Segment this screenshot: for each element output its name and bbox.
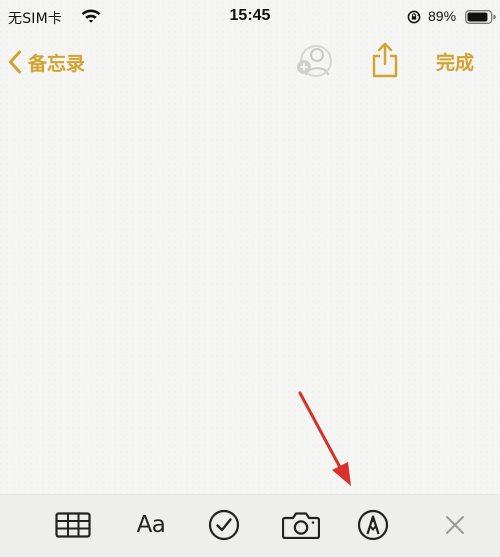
back-label: 备忘录: [28, 52, 86, 75]
add-people-icon: [297, 45, 332, 77]
camera-button[interactable]: [282, 508, 320, 542]
note-text-area[interactable]: [0, 90, 500, 490]
status-bar: 无SIM卡 15:45 89%: [0, 0, 500, 34]
table-button[interactable]: [54, 508, 92, 542]
checklist-icon: [208, 509, 240, 541]
markup-button[interactable]: [356, 508, 390, 542]
format-text-icon: Aa: [136, 512, 166, 538]
back-button[interactable]: 备忘录: [8, 46, 85, 78]
close-keyboard-button[interactable]: [441, 508, 469, 542]
markup-pen-icon: [357, 509, 389, 541]
bottom-toolbar: Aa: [0, 494, 500, 557]
checklist-button[interactable]: [207, 508, 241, 542]
close-icon: [446, 516, 464, 534]
camera-icon: [282, 512, 320, 539]
battery-icon: [465, 10, 496, 24]
back-chevron-icon: [9, 50, 21, 74]
share-icon[interactable]: [371, 42, 399, 78]
battery-percent: 89%: [428, 8, 457, 24]
table-icon: [55, 512, 91, 538]
lock-rotation-icon: [407, 10, 421, 24]
notes-editor-screen: 无SIM卡 15:45 89% 备忘录 完成 Aa: [0, 0, 500, 557]
nav-bar: 备忘录 完成: [0, 40, 500, 84]
clock: 15:45: [229, 7, 271, 24]
done-button[interactable]: 完成: [436, 48, 474, 75]
format-button[interactable]: Aa: [130, 508, 172, 542]
